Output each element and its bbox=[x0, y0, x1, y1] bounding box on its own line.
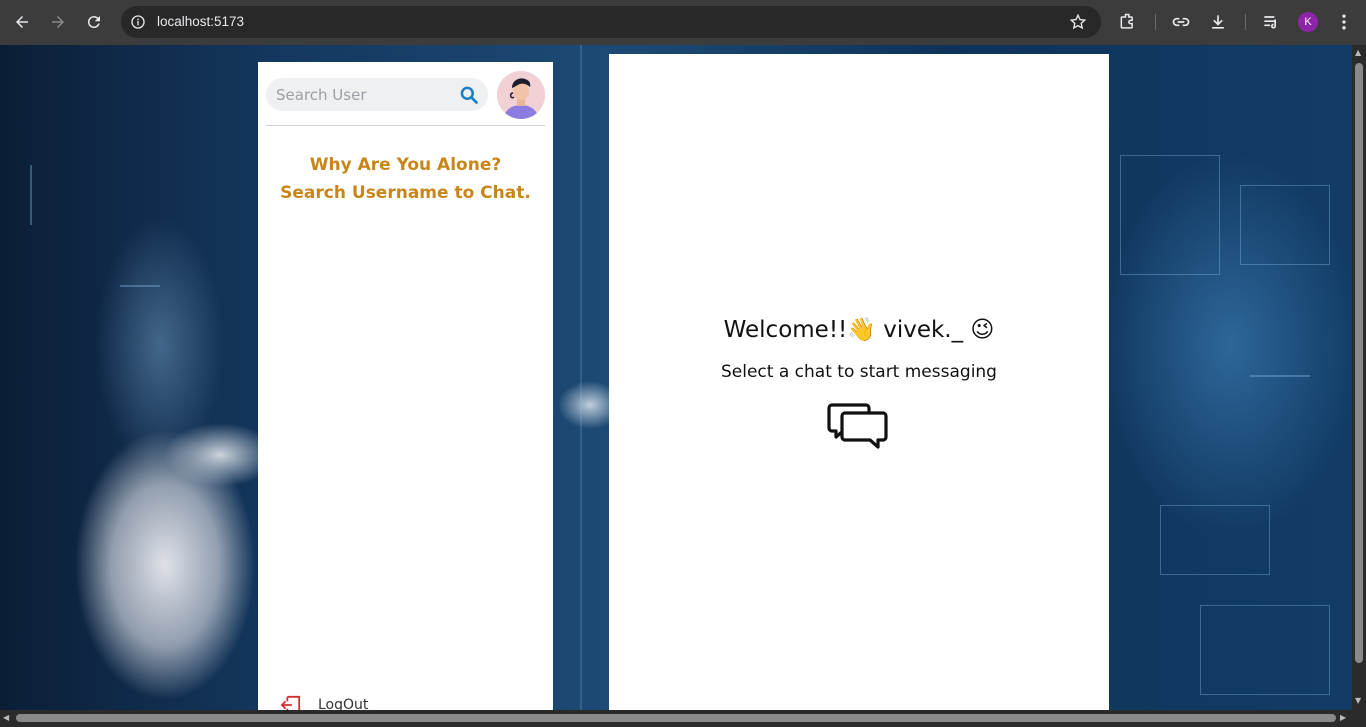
reload-icon bbox=[87, 16, 100, 29]
avatar-illustration-icon bbox=[497, 71, 545, 119]
vertical-scroll-thumb[interactable] bbox=[1355, 63, 1363, 663]
scroll-down-arrow-icon[interactable]: ▼ bbox=[1355, 697, 1361, 705]
toolbar-divider bbox=[1155, 14, 1156, 30]
background-decoration bbox=[1240, 185, 1330, 265]
chat-panel: Welcome!!👋 vivek._ 😉 Select a chat to st… bbox=[609, 54, 1109, 710]
back-button[interactable] bbox=[11, 11, 33, 33]
logout-button[interactable]: LogOut bbox=[280, 694, 368, 710]
welcome-heading: Welcome!!👋 vivek._ 😉 bbox=[723, 317, 995, 343]
address-bar[interactable]: localhost:5173 bbox=[121, 6, 1101, 38]
download-icon[interactable] bbox=[1208, 12, 1228, 32]
scroll-up-arrow-icon[interactable]: ▲ bbox=[1355, 49, 1361, 57]
arrow-right-icon bbox=[52, 16, 64, 28]
background-decoration bbox=[120, 285, 160, 287]
search-bar bbox=[266, 78, 488, 111]
reload-button[interactable] bbox=[83, 11, 105, 33]
forward-button[interactable] bbox=[47, 11, 69, 33]
chat-bubbles-icon bbox=[827, 403, 888, 449]
background-decoration bbox=[580, 45, 582, 710]
link-icon[interactable] bbox=[1171, 12, 1191, 32]
background-decoration bbox=[30, 165, 32, 225]
toolbar-divider bbox=[1245, 14, 1246, 30]
logout-icon bbox=[280, 695, 301, 710]
browser-toolbar: localhost:5173 K bbox=[0, 0, 1366, 45]
sidebar-divider bbox=[266, 125, 545, 126]
media-control-icon[interactable] bbox=[1261, 12, 1281, 32]
empty-message-line: Why Are You Alone? bbox=[309, 155, 502, 175]
empty-conversations-message: Why Are You Alone? Search Username to Ch… bbox=[258, 151, 553, 207]
vertical-scrollbar[interactable]: ▲ ▼ bbox=[1352, 45, 1366, 710]
bookmark-star-icon[interactable] bbox=[1069, 13, 1087, 31]
logout-label: LogOut bbox=[318, 697, 369, 710]
extensions-icon[interactable] bbox=[1118, 12, 1138, 32]
background-decoration bbox=[1250, 375, 1310, 377]
profile-avatar[interactable]: K bbox=[1298, 12, 1318, 32]
scroll-left-arrow-icon[interactable]: ◀ bbox=[3, 714, 9, 722]
empty-message-line: Search Username to Chat. bbox=[280, 183, 531, 203]
background-decoration bbox=[1160, 505, 1270, 575]
welcome-subtitle: Select a chat to start messaging bbox=[721, 362, 997, 382]
info-icon[interactable] bbox=[130, 14, 146, 30]
user-avatar[interactable] bbox=[497, 71, 545, 119]
more-menu-icon[interactable] bbox=[1334, 12, 1354, 32]
horizontal-scrollbar[interactable]: ◀ ▶ bbox=[0, 710, 1366, 727]
arrow-left-icon bbox=[16, 16, 28, 28]
page-background: Why Are You Alone? Search Username to Ch… bbox=[0, 45, 1352, 710]
background-decoration bbox=[1200, 605, 1330, 695]
horizontal-scroll-thumb[interactable] bbox=[16, 714, 1336, 722]
url-text[interactable]: localhost:5173 bbox=[157, 14, 244, 29]
scroll-right-arrow-icon[interactable]: ▶ bbox=[1340, 714, 1346, 722]
search-input[interactable] bbox=[276, 78, 451, 111]
background-decoration bbox=[1120, 155, 1220, 275]
search-icon[interactable] bbox=[459, 85, 479, 105]
sidebar: Why Are You Alone? Search Username to Ch… bbox=[258, 62, 553, 710]
